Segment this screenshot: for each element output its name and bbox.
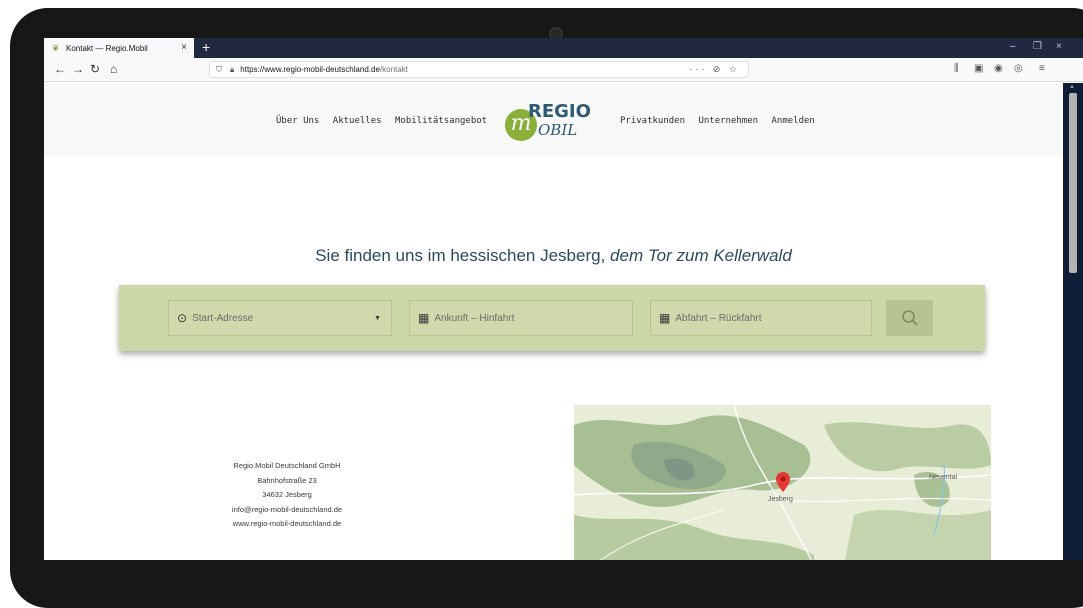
- menu-icon[interactable]: ≡: [1039, 63, 1045, 74]
- headline-text: Sie finden uns im hessischen Jesberg,: [315, 246, 606, 265]
- start-address-field[interactable]: ⊙ Start-Adresse ▼: [168, 300, 392, 336]
- search-button[interactable]: [886, 300, 933, 336]
- menu-item-unternehmen[interactable]: Unternehmen: [698, 116, 758, 126]
- menu-item-privatkunden[interactable]: Privatkunden: [620, 116, 685, 126]
- device-frame: ❦ Kontakt — Regio.Mobil × + – ❐ × ← → ↻ …: [0, 0, 1083, 608]
- headline-italic-text: dem Tor zum Kellerwald: [610, 246, 792, 265]
- account-icon[interactable]: ◉: [994, 63, 1003, 74]
- browser-window: ❦ Kontakt — Regio.Mobil × + – ❐ × ← → ↻ …: [44, 38, 1083, 560]
- arrival-date-field[interactable]: ▦ Ankunft – Hinfahrt: [409, 300, 633, 336]
- calendar-icon: ▦: [418, 311, 430, 325]
- back-icon[interactable]: ←: [54, 62, 66, 76]
- lock-icon[interactable]: 🔒︎: [230, 65, 234, 75]
- new-tab-button[interactable]: +: [202, 39, 210, 55]
- site-favicon-icon: ❦: [52, 42, 60, 53]
- close-window-button[interactable]: ×: [1056, 41, 1062, 52]
- extension-icon[interactable]: ◎: [1014, 63, 1023, 74]
- page-headline: Sie finden uns im hessischen Jesberg, de…: [44, 246, 1063, 266]
- map-label-jesberg: Jesberg: [768, 496, 793, 503]
- start-address-placeholder: Start-Adresse: [192, 312, 254, 324]
- arrival-placeholder: Ankunft – Hinfahrt: [434, 312, 515, 324]
- street: Bahnhofstraße 23: [257, 475, 317, 485]
- website-link[interactable]: www.regio-mobil-deutschland.de: [194, 517, 380, 532]
- departure-date-field[interactable]: ▦ Abfahrt – Rückfahrt: [650, 300, 872, 336]
- logo-text-obil: OBIL: [538, 121, 578, 139]
- reload-icon[interactable]: ↻: [90, 62, 100, 76]
- main-menu-right: Privatkunden Unternehmen Anmelden: [620, 116, 823, 126]
- menu-item-ueber-uns[interactable]: Über Uns: [276, 116, 319, 126]
- scroll-up-icon[interactable]: ▲: [1069, 84, 1075, 90]
- sidebar-icon[interactable]: ▣: [974, 63, 983, 74]
- site-logo[interactable]: m REGIO OBIL: [505, 99, 595, 143]
- location-map[interactable]: Jesberg Neuental: [574, 405, 991, 560]
- trip-search-panel: ⊙ Start-Adresse ▼ ▦ Ankunft – Hinfahrt ▦…: [119, 285, 985, 351]
- search-icon: [901, 310, 918, 326]
- tab-title: Kontakt — Regio.Mobil: [66, 43, 148, 53]
- url-actions-icons[interactable]: ··· ⊘ ☆: [689, 64, 740, 75]
- tracking-shield-icon[interactable]: ⛉: [216, 65, 222, 75]
- city: 34632 Jesberg: [262, 490, 312, 499]
- url-bar[interactable]: ⛉ 🔒︎ https://www.regio-mobil-deutschland…: [209, 61, 749, 78]
- chevron-down-icon[interactable]: ▼: [374, 315, 381, 322]
- location-target-icon: ⊙: [177, 311, 188, 325]
- menu-item-aktuelles[interactable]: Aktuelles: [333, 116, 382, 126]
- map-label-neuental: Neuental: [929, 474, 958, 481]
- tab-kontakt[interactable]: ❦ Kontakt — Regio.Mobil ×: [44, 38, 194, 58]
- company-name: Regio.Mobil Deutschland GmbH: [233, 461, 341, 470]
- menu-item-mobilitaetsangebot[interactable]: Mobilitätsangebot: [395, 116, 487, 126]
- library-icon[interactable]: ⫼: [954, 63, 959, 74]
- contact-address: Regio.Mobil Deutschland GmbH Bahnhofstra…: [194, 459, 380, 532]
- calendar-icon: ▦: [659, 311, 671, 325]
- tab-close-icon[interactable]: ×: [181, 42, 187, 53]
- email-link[interactable]: info@regio-mobil-deutschland.de: [194, 503, 380, 518]
- navigation-bar: ← → ↻ ⌂ ⛉ 🔒︎ https://www.regio-mobil-deu…: [44, 58, 1083, 82]
- tab-bar: ❦ Kontakt — Regio.Mobil × + – ❐ ×: [44, 38, 1083, 58]
- minimize-button[interactable]: –: [1010, 41, 1016, 52]
- logo-text-regio: REGIO: [528, 101, 591, 122]
- departure-placeholder: Abfahrt – Rückfahrt: [675, 312, 762, 324]
- site-header: Über Uns Aktuelles Mobilitätsangebot m R…: [44, 83, 1063, 156]
- map-pin-icon[interactable]: [776, 472, 790, 492]
- forward-icon[interactable]: →: [72, 62, 84, 76]
- main-menu-left: Über Uns Aktuelles Mobilitätsangebot: [276, 116, 495, 126]
- scrollbar-thumb[interactable]: [1069, 93, 1077, 273]
- url-text: https://www.regio-mobil-deutschland.de/k…: [240, 65, 408, 74]
- vertical-scrollbar[interactable]: ▲: [1063, 83, 1083, 560]
- menu-item-anmelden[interactable]: Anmelden: [771, 116, 814, 126]
- restore-button[interactable]: ❐: [1033, 41, 1042, 52]
- home-icon[interactable]: ⌂: [110, 62, 117, 76]
